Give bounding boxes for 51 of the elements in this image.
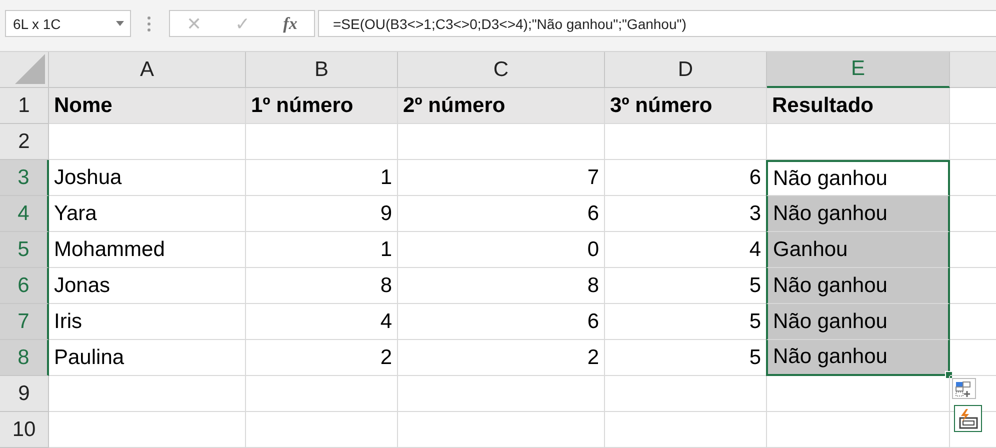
table-cell: 1 (246, 160, 398, 196)
table-cell: 7 (398, 160, 605, 196)
row-header[interactable]: 5 (0, 232, 49, 268)
table-cell: 3º número (605, 88, 767, 124)
table-cell: 2 (246, 340, 398, 376)
table-cell: 2 (398, 340, 605, 376)
table-cell: 2º número (398, 88, 605, 124)
table-cell: 8 (246, 268, 398, 304)
table-cell: Jonas (49, 268, 246, 304)
column-header[interactable]: A (49, 52, 246, 88)
table-cell: Não ganhou (766, 196, 950, 232)
table-cell: Joshua (49, 160, 246, 196)
column-header[interactable]: D (605, 52, 767, 88)
table-cell: 1º número (246, 88, 398, 124)
row-header[interactable]: 7 (0, 304, 49, 340)
name-box[interactable]: 6L x 1C (5, 10, 131, 37)
row-header[interactable]: 9 (0, 376, 49, 412)
table-cell: Ganhou (766, 232, 950, 268)
table-cell: Não ganhou (766, 268, 950, 304)
formula-field[interactable]: =SE(OU(B3<>1;C3<>0;D3<>4);"Não ganhou";"Ganhou") (318, 10, 996, 37)
grip-icon (147, 16, 151, 32)
table-cell: Paulina (49, 340, 246, 376)
table-cell: Não ganhou (766, 160, 950, 196)
table-cell: Não ganhou (766, 304, 950, 340)
dropdown-icon[interactable] (116, 21, 124, 26)
flash-fill-button[interactable] (954, 405, 982, 432)
row-header[interactable]: 8 (0, 340, 49, 376)
table-cell: Não ganhou (766, 340, 950, 376)
table-cell: 1 (246, 232, 398, 268)
quick-analysis-button[interactable] (952, 378, 976, 399)
table-cell: Mohammed (49, 232, 246, 268)
row-header[interactable]: 10 (0, 412, 49, 448)
row-header[interactable]: 2 (0, 124, 49, 160)
row-header[interactable]: 4 (0, 196, 49, 232)
row-header[interactable]: 6 (0, 268, 49, 304)
table-cell: 9 (246, 196, 398, 232)
column-header[interactable]: C (398, 52, 605, 88)
row-header[interactable]: 3 (0, 160, 49, 196)
table-cell: 4 (246, 304, 398, 340)
table-cell: 6 (398, 196, 605, 232)
table-cell: 6 (398, 304, 605, 340)
table-cell: Resultado (767, 88, 950, 124)
table-cell: Yara (49, 196, 246, 232)
table-cell: 0 (398, 232, 605, 268)
insert-function-button[interactable]: fx (283, 14, 298, 34)
row-header[interactable]: 1 (0, 88, 49, 124)
column-header[interactable]: B (246, 52, 398, 88)
table-cell: Iris (49, 304, 246, 340)
column-header[interactable]: E (767, 52, 950, 88)
table-cell: 8 (398, 268, 605, 304)
table-cell: Nome (49, 88, 246, 124)
